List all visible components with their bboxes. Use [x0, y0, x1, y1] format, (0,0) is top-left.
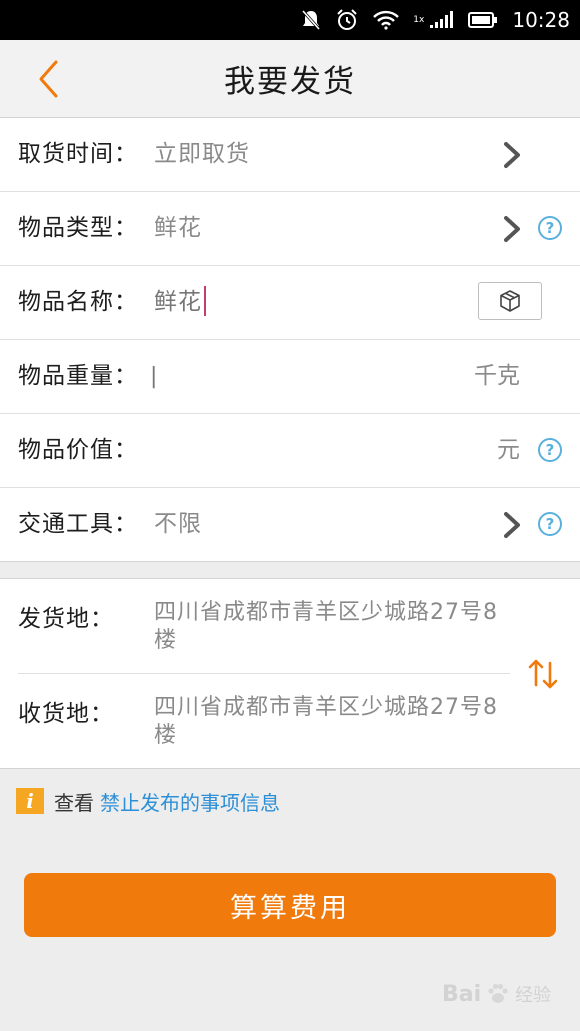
- prohibited-items-link[interactable]: 禁止发布的事项信息: [100, 787, 280, 816]
- item-type-label: 物品类型：: [18, 215, 138, 241]
- item-name-input[interactable]: 鲜花: [154, 266, 206, 339]
- alarm-icon: [335, 8, 359, 32]
- calculate-fee-button[interactable]: 算算费用: [24, 873, 556, 937]
- help-icon[interactable]: ?: [538, 512, 562, 536]
- transport-label: 交通工具：: [18, 511, 138, 537]
- prohibited-items-notice: i 查看 禁止发布的事项信息: [16, 786, 280, 816]
- item-name-row[interactable]: 物品名称： 鲜花: [0, 266, 580, 340]
- chevron-right-icon[interactable]: [500, 510, 524, 540]
- status-icons: 1x 10:28: [301, 0, 570, 40]
- paw-icon: [488, 983, 508, 1003]
- item-weight-input[interactable]: |: [150, 340, 157, 413]
- title-bar: 我要发货: [0, 40, 580, 118]
- network-label: 1x: [413, 15, 425, 25]
- shipment-form: 取货时间： 立即取货 物品类型： 鲜花 ? 物品名称： 鲜花 物品重量： | 千…: [0, 118, 580, 562]
- item-value-row[interactable]: 物品价值： 元 ?: [0, 414, 580, 488]
- item-weight-row[interactable]: 物品重量： | 千克: [0, 340, 580, 414]
- mute-icon: [301, 9, 321, 31]
- signal-icon: 1x: [413, 10, 454, 30]
- chevron-right-icon[interactable]: [500, 214, 524, 244]
- wifi-icon: [373, 10, 400, 30]
- pickup-time-label: 取货时间：: [18, 141, 138, 167]
- weight-unit: 千克: [474, 363, 520, 389]
- swap-arrows-icon: [528, 659, 558, 689]
- value-unit: 元: [497, 437, 520, 463]
- text-cursor: [204, 285, 206, 316]
- battery-icon: [468, 11, 498, 29]
- swap-address-button[interactable]: [526, 657, 560, 691]
- ship-from-value: 四川省成都市青羊区少城路27号8楼: [154, 600, 498, 653]
- item-name-label: 物品名称：: [18, 289, 138, 315]
- ship-to-value: 四川省成都市青羊区少城路27号8楼: [154, 695, 498, 748]
- package-select-button[interactable]: [478, 282, 542, 320]
- clock-time: 10:28: [512, 8, 570, 32]
- item-type-row[interactable]: 物品类型： 鲜花 ?: [0, 192, 580, 266]
- watermark-suffix: 经验: [515, 985, 552, 1006]
- ship-to-row[interactable]: 收货地： 四川省成都市青羊区少城路27号8楼: [0, 674, 510, 768]
- pickup-time-value: 立即取货: [154, 141, 250, 167]
- ship-to-label: 收货地：: [18, 701, 114, 727]
- baidu-jingyan-watermark: Bai 经验: [442, 966, 572, 1022]
- ship-from-row[interactable]: 发货地： 四川省成都市青羊区少城路27号8楼: [0, 579, 510, 673]
- item-type-value: 鲜花: [154, 215, 202, 241]
- back-button[interactable]: [28, 56, 68, 102]
- transport-row[interactable]: 交通工具： 不限 ?: [0, 488, 580, 561]
- help-icon[interactable]: ?: [538, 438, 562, 462]
- ship-from-label: 发货地：: [18, 606, 114, 632]
- pickup-time-row[interactable]: 取货时间： 立即取货: [0, 118, 580, 192]
- address-card: 发货地： 四川省成都市青羊区少城路27号8楼 收货地： 四川省成都市青羊区少城路…: [0, 578, 580, 769]
- watermark-brand: Bai: [442, 981, 482, 1007]
- chevron-left-icon: [39, 60, 58, 98]
- status-bar: 1x 10:28: [0, 0, 580, 40]
- help-icon[interactable]: ?: [538, 216, 562, 240]
- item-weight-label: 物品重量：: [18, 363, 138, 389]
- item-value-label: 物品价值：: [18, 437, 138, 463]
- chevron-right-icon[interactable]: [500, 140, 524, 170]
- transport-value: 不限: [154, 511, 202, 537]
- package-icon: [500, 290, 520, 312]
- notice-prefix: 查看: [54, 790, 94, 815]
- info-icon: i: [16, 788, 44, 814]
- page-title: 我要发货: [224, 64, 356, 100]
- item-name-value: 鲜花: [154, 289, 202, 315]
